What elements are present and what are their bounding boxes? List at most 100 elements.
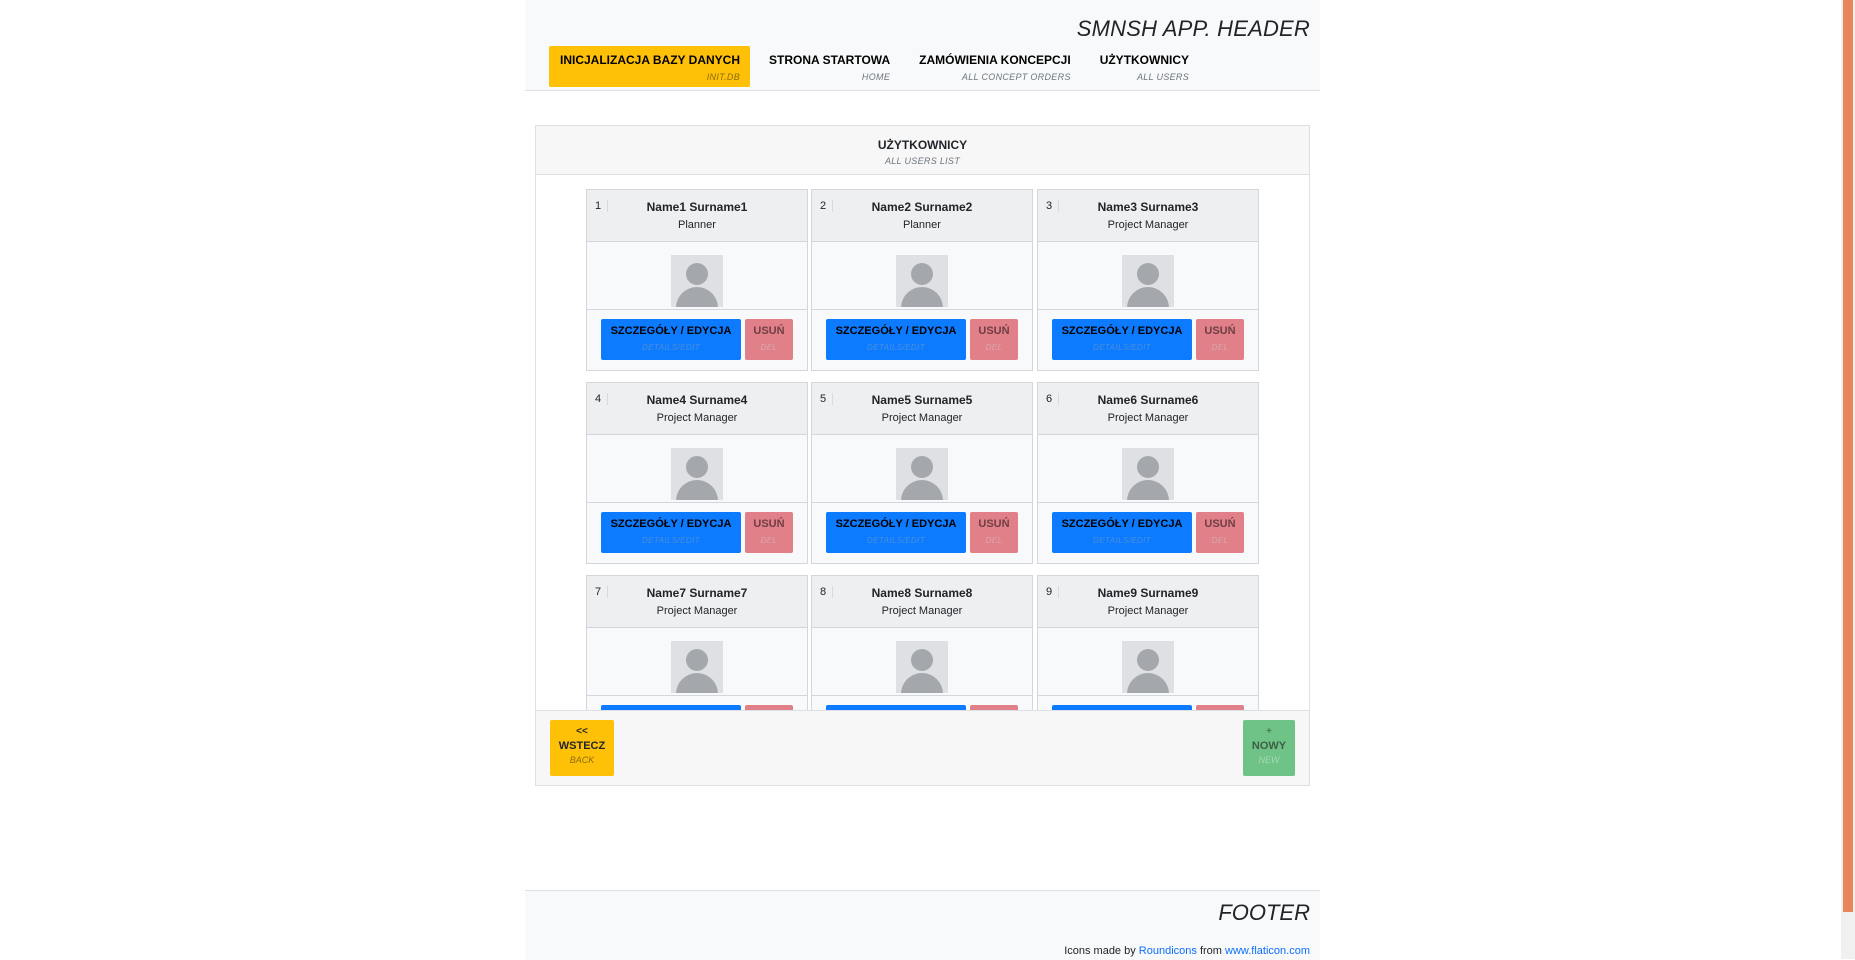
- new-button-sublabel: NEW: [1258, 755, 1280, 765]
- delete-button-label: USUŃ: [978, 518, 1010, 530]
- user-card: 1 Name1 Surname1 Planner SZCZEGÓŁY / EDY…: [586, 189, 808, 371]
- user-actions: SZCZEGÓŁY / EDYCJA DETAILS/EDIT USUŃ DEL: [587, 503, 807, 563]
- nav-sublabel: INIT.DB: [706, 72, 741, 82]
- main-nav: INICJALIZACJA BAZY DANYCH INIT.DB STRONA…: [549, 46, 1207, 87]
- users-card-header: UŻYTKOWNICY ALL USERS LIST: [536, 126, 1309, 175]
- user-avatar-area: [812, 628, 1032, 696]
- page-scrollbar[interactable]: [1841, 0, 1855, 959]
- user-card-header: 2 Name2 Surname2 Planner: [812, 190, 1032, 242]
- user-card-header: 6 Name6 Surname6 Project Manager: [1038, 383, 1258, 435]
- user-avatar-area: [812, 435, 1032, 503]
- delete-button-label: USUŃ: [1204, 518, 1236, 530]
- back-button-label: WSTECZ: [558, 740, 606, 752]
- delete-button-sublabel: DEL: [1211, 343, 1229, 352]
- credit-mid: from: [1199, 945, 1222, 957]
- user-card: 6 Name6 Surname6 Project Manager SZCZEGÓ…: [1037, 382, 1259, 564]
- edit-button-label: SZCZEGÓŁY / EDYCJA: [835, 518, 957, 530]
- user-avatar-icon: [671, 641, 723, 693]
- delete-button[interactable]: USUŃ DEL: [1196, 512, 1244, 553]
- edit-button-sublabel: DETAILS/EDIT: [642, 343, 700, 352]
- user-number: 3: [1046, 200, 1060, 212]
- edit-button-sublabel: DETAILS/EDIT: [1093, 343, 1151, 352]
- delete-button-label: USUŃ: [753, 518, 785, 530]
- details-edit-button[interactable]: SZCZEGÓŁY / EDYCJA DETAILS/EDIT: [826, 512, 966, 553]
- user-name: Name2 Surname2: [871, 200, 973, 214]
- nav-sublabel: HOME: [861, 72, 891, 82]
- user-card-header: 7 Name7 Surname7 Project Manager: [587, 576, 807, 628]
- plus-icon: +: [1266, 726, 1272, 737]
- nav-item-concept-orders[interactable]: ZAMÓWIENIA KONCEPCJI ALL CONCEPT ORDERS: [908, 46, 1081, 87]
- app-footer: FOOTER Icons made by Roundicons from www…: [525, 890, 1320, 960]
- nav-sublabel: ALL USERS: [1136, 72, 1190, 82]
- nav-label: UŻYTKOWNICY: [1099, 53, 1190, 67]
- delete-button-sublabel: DEL: [985, 536, 1003, 545]
- user-avatar-icon: [1122, 255, 1174, 307]
- user-name: Name7 Surname7: [646, 586, 748, 600]
- new-user-button[interactable]: + NOWY NEW: [1243, 720, 1295, 776]
- delete-button-label: USUŃ: [753, 325, 785, 337]
- user-card-header: 4 Name4 Surname4 Project Manager: [587, 383, 807, 435]
- user-role: Project Manager: [1107, 412, 1189, 424]
- details-edit-button[interactable]: SZCZEGÓŁY / EDYCJA DETAILS/EDIT: [1052, 319, 1192, 360]
- user-name: Name5 Surname5: [871, 393, 973, 407]
- user-number: 2: [820, 200, 834, 212]
- app-container: SMNSH APP. HEADER INICJALIZACJA BAZY DAN…: [525, 0, 1320, 786]
- user-number: 1: [595, 200, 609, 212]
- user-name: Name9 Surname9: [1097, 586, 1199, 600]
- details-edit-button[interactable]: SZCZEGÓŁY / EDYCJA DETAILS/EDIT: [601, 512, 741, 553]
- delete-button[interactable]: USUŃ DEL: [745, 319, 793, 360]
- card-title: UŻYTKOWNICY: [877, 138, 968, 152]
- user-name: Name1 Surname1: [646, 200, 748, 214]
- user-actions: SZCZEGÓŁY / EDYCJA DETAILS/EDIT USUŃ DEL: [587, 310, 807, 370]
- details-edit-button[interactable]: SZCZEGÓŁY / EDYCJA DETAILS/EDIT: [1052, 512, 1192, 553]
- user-avatar-area: [587, 242, 807, 310]
- edit-button-sublabel: DETAILS/EDIT: [867, 343, 925, 352]
- delete-button[interactable]: USUŃ DEL: [1196, 319, 1244, 360]
- nav-sublabel: ALL CONCEPT ORDERS: [961, 72, 1071, 82]
- app-header: SMNSH APP. HEADER INICJALIZACJA BAZY DAN…: [525, 0, 1320, 91]
- scrollbar-thumb[interactable]: [1843, 0, 1853, 912]
- details-edit-button[interactable]: SZCZEGÓŁY / EDYCJA DETAILS/EDIT: [601, 319, 741, 360]
- user-avatar-icon: [671, 448, 723, 500]
- user-role: Planner: [678, 219, 716, 231]
- delete-button[interactable]: USUŃ DEL: [970, 319, 1018, 360]
- user-card: 4 Name4 Surname4 Project Manager SZCZEGÓ…: [586, 382, 808, 564]
- edit-button-sublabel: DETAILS/EDIT: [1093, 536, 1151, 545]
- edit-button-sublabel: DETAILS/EDIT: [867, 536, 925, 545]
- user-avatar-icon: [896, 641, 948, 693]
- nav-item-users[interactable]: UŻYTKOWNICY ALL USERS: [1089, 46, 1199, 87]
- user-role: Project Manager: [881, 605, 963, 617]
- app-title: SMNSH APP. HEADER: [1076, 16, 1310, 41]
- icon-credit: Icons made by Roundicons from www.flatic…: [1064, 945, 1310, 957]
- back-button[interactable]: << WSTECZ BACK: [550, 720, 614, 776]
- user-actions: SZCZEGÓŁY / EDYCJA DETAILS/EDIT USUŃ DEL: [812, 503, 1032, 563]
- delete-button-sublabel: DEL: [985, 343, 1003, 352]
- user-number: 7: [595, 586, 609, 598]
- user-actions: SZCZEGÓŁY / EDYCJA DETAILS/EDIT USUŃ DEL: [1038, 503, 1258, 563]
- new-button-label: NOWY: [1251, 740, 1287, 752]
- nav-item-home[interactable]: STRONA STARTOWA HOME: [758, 46, 900, 87]
- credit-site-link[interactable]: www.flaticon.com: [1225, 945, 1310, 957]
- user-card-header: 9 Name9 Surname9 Project Manager: [1038, 576, 1258, 628]
- delete-button[interactable]: USUŃ DEL: [970, 512, 1018, 553]
- user-card-header: 8 Name8 Surname8 Project Manager: [812, 576, 1032, 628]
- delete-button[interactable]: USUŃ DEL: [745, 512, 793, 553]
- credit-author-link[interactable]: Roundicons: [1139, 945, 1197, 957]
- delete-button-sublabel: DEL: [760, 536, 778, 545]
- delete-button-sublabel: DEL: [760, 343, 778, 352]
- user-avatar-area: [1038, 242, 1258, 310]
- user-avatar-area: [587, 628, 807, 696]
- edit-button-label: SZCZEGÓŁY / EDYCJA: [1061, 518, 1183, 530]
- details-edit-button[interactable]: SZCZEGÓŁY / EDYCJA DETAILS/EDIT: [826, 319, 966, 360]
- user-role: Project Manager: [656, 605, 738, 617]
- user-card-header: 1 Name1 Surname1 Planner: [587, 190, 807, 242]
- user-avatar-icon: [1122, 448, 1174, 500]
- user-avatar-icon: [671, 255, 723, 307]
- user-name: Name4 Surname4: [646, 393, 748, 407]
- user-name: Name8 Surname8: [871, 586, 973, 600]
- user-avatar-icon: [1122, 641, 1174, 693]
- user-role: Planner: [903, 219, 941, 231]
- users-card: UŻYTKOWNICY ALL USERS LIST 1 Name1 Surna…: [535, 125, 1310, 786]
- user-avatar-icon: [896, 255, 948, 307]
- nav-item-init-db[interactable]: INICJALIZACJA BAZY DANYCH INIT.DB: [549, 46, 751, 87]
